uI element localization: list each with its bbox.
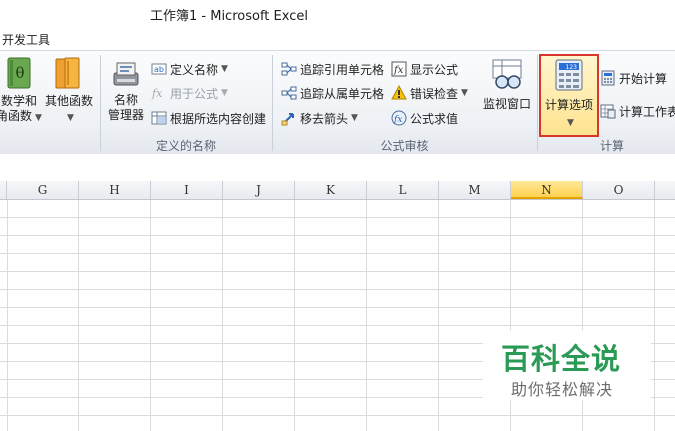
chevron-down-icon: ▼ (221, 64, 228, 74)
group-label-formula-auditing: 公式审核 (380, 139, 429, 153)
column-header-g[interactable]: G (7, 181, 79, 199)
fx-icon: fx (151, 85, 167, 101)
name-manager-button[interactable]: 名称 管理器 (104, 57, 148, 123)
trace-dependents-icon (281, 85, 297, 101)
more-functions-books-icon (55, 57, 80, 89)
column-header-partial (655, 181, 675, 199)
watch-window-button[interactable]: 监视窗口 (480, 57, 534, 112)
grid-line (0, 271, 675, 272)
remove-arrows-icon (281, 110, 297, 126)
remove-arrows-button[interactable]: 移去箭头 ▼ (281, 108, 358, 128)
column-header-l[interactable]: L (367, 181, 439, 199)
watermark-title: 百科全说 (501, 342, 622, 376)
calculation-options-label: 计算选项 (544, 98, 593, 112)
show-formulas-button[interactable]: fx 显示公式 (391, 59, 458, 79)
grid-line (0, 325, 675, 326)
column-header-m[interactable]: M (439, 181, 511, 199)
column-header-k[interactable]: K (295, 181, 367, 199)
calculate-now-label: 开始计算 (619, 71, 668, 86)
evaluate-formula-button[interactable]: fx 公式求值 (391, 108, 458, 128)
create-from-selection-label: 根据所选内容创建 (170, 111, 267, 126)
error-checking-label: 错误检查 (410, 86, 459, 101)
evaluate-formula-icon: fx (391, 110, 407, 126)
tab-developer[interactable]: 开发工具 (2, 31, 50, 48)
column-header-o[interactable]: O (583, 181, 655, 199)
svg-text:ab: ab (154, 65, 164, 74)
grid-line (0, 307, 675, 308)
trace-precedents-label: 追踪引用单元格 (300, 62, 385, 77)
name-manager-icon (113, 62, 139, 86)
math-trig-button[interactable]: θ 数学和 角函数 ▼ (0, 57, 42, 126)
title-bar: 工作簿1 - Microsoft Excel (0, 0, 675, 28)
calculate-sheet-label: 计算工作表 (619, 104, 675, 119)
trace-precedents-icon (281, 61, 297, 77)
column-header-j[interactable]: J (223, 181, 295, 199)
chevron-down-icon: ▼ (35, 113, 42, 123)
create-from-selection-button[interactable]: 根据所选内容创建 (151, 108, 266, 128)
define-name-icon: ab (151, 61, 167, 77)
calculation-options-button[interactable]: 123 计算选项 ▼ (539, 54, 599, 137)
trace-dependents-label: 追踪从属单元格 (300, 86, 385, 101)
chevron-down-icon: ▼ (567, 118, 574, 128)
column-header-partial (0, 181, 7, 199)
watch-window-icon (492, 59, 522, 89)
calculate-now-button[interactable]: 开始计算 (600, 68, 667, 88)
calculator-icon: 123 (555, 59, 583, 91)
svg-text:fx: fx (393, 115, 402, 125)
svg-text:fx: fx (151, 87, 163, 100)
column-header-n[interactable]: N (511, 181, 583, 199)
chevron-down-icon: ▼ (461, 88, 468, 98)
define-name-label: 定义名称 (170, 62, 219, 77)
grid-line (0, 289, 675, 290)
name-manager-label-1: 名称 (113, 93, 138, 107)
math-trig-label-1: 数学和 (0, 94, 37, 108)
grid-line (0, 217, 675, 218)
window-title: 工作簿1 - Microsoft Excel (150, 9, 308, 24)
calculate-sheet-button[interactable]: 计算工作表 (600, 101, 675, 121)
group-label-calculation: 计算 (599, 139, 624, 153)
grid-line (0, 253, 675, 254)
grid-line (0, 415, 675, 416)
warning-icon (391, 84, 407, 101)
svg-text:θ: θ (15, 64, 24, 82)
grid-line (0, 235, 675, 236)
error-checking-button[interactable]: 错误检查 ▼ (391, 83, 468, 103)
watermark-subtitle: 助你轻松解决 (511, 380, 614, 399)
ribbon: θ 数学和 角函数 ▼ 其他函数 ▼ 名称 管理器 ab 定义名称 ▼ fx 用… (0, 50, 675, 156)
watermark: 百科全说 助你轻松解决 (483, 330, 651, 400)
show-formulas-label: 显示公式 (410, 62, 459, 77)
create-from-selection-icon (151, 110, 167, 126)
watch-window-label: 监视窗口 (482, 97, 531, 111)
calculator-display-digits: 123 (566, 64, 578, 71)
use-in-formula-label: 用于公式 (170, 86, 219, 101)
calculate-sheet-icon (600, 103, 616, 119)
more-functions-label: 其他函数 (44, 94, 93, 108)
remove-arrows-label: 移去箭头 (300, 111, 349, 126)
trace-precedents-button[interactable]: 追踪引用单元格 (281, 59, 384, 79)
column-header-row: G H I J K L M N O (0, 181, 675, 200)
math-book-icon: θ (7, 57, 31, 89)
group-label-defined-names: 定义的名称 (155, 139, 216, 153)
name-manager-label-2: 管理器 (107, 108, 144, 122)
show-formulas-icon: fx (391, 61, 407, 77)
chevron-down-icon: ▼ (221, 88, 228, 98)
math-trig-label-2: 角函数 (0, 109, 33, 123)
calculate-now-icon (600, 70, 616, 86)
ribbon-tab-row: 开发工具 (0, 28, 675, 50)
evaluate-formula-label: 公式求值 (410, 111, 459, 126)
chevron-down-icon: ▼ (351, 113, 358, 123)
trace-dependents-button[interactable]: 追踪从属单元格 (281, 83, 384, 103)
chevron-down-icon: ▼ (67, 113, 74, 123)
column-header-h[interactable]: H (79, 181, 151, 199)
svg-text:fx: fx (393, 65, 404, 76)
column-header-i[interactable]: I (151, 181, 223, 199)
more-functions-button[interactable]: 其他函数 ▼ (42, 57, 96, 126)
define-name-button[interactable]: ab 定义名称 ▼ (151, 59, 228, 79)
use-in-formula-button[interactable]: fx 用于公式 ▼ (151, 83, 228, 103)
